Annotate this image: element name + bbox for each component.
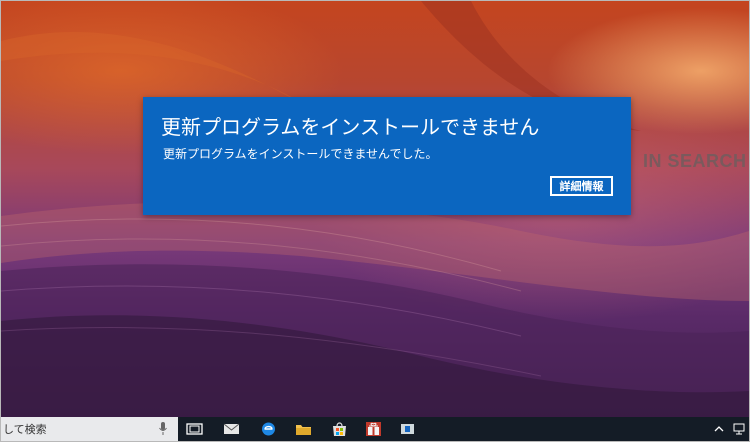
network-icon[interactable]	[733, 421, 745, 437]
search-box[interactable]: して検索	[1, 417, 178, 441]
dialog-message: 更新プログラムをインストールできませんでした。	[163, 147, 438, 161]
microphone-icon[interactable]	[159, 422, 167, 436]
edge-icon[interactable]	[260, 421, 277, 437]
file-explorer-icon[interactable]	[295, 421, 312, 437]
store-icon[interactable]	[331, 421, 348, 437]
desktop-wallpaper	[1, 1, 749, 441]
details-button[interactable]: 詳細情報	[550, 176, 613, 196]
wallpaper-art	[1, 1, 749, 441]
chevron-up-icon[interactable]	[713, 421, 725, 437]
dialog-title: 更新プログラムをインストールできません	[161, 115, 540, 139]
taskbar: して検索	[1, 417, 749, 441]
update-error-dialog: 更新プログラムをインストールできません 更新プログラムをインストールできませんで…	[143, 97, 631, 215]
gift-app-icon[interactable]	[365, 421, 382, 437]
mail-icon[interactable]	[223, 421, 240, 437]
desktop-frame: IN SEARCH OI 更新プログラムをインストールできません 更新プログラム…	[0, 0, 750, 442]
app-icon[interactable]	[399, 421, 416, 437]
wallpaper-side-text: IN SEARCH OI	[643, 151, 749, 171]
system-tray	[713, 421, 745, 437]
task-view-icon[interactable]	[186, 421, 203, 437]
search-placeholder: して検索	[3, 423, 47, 436]
